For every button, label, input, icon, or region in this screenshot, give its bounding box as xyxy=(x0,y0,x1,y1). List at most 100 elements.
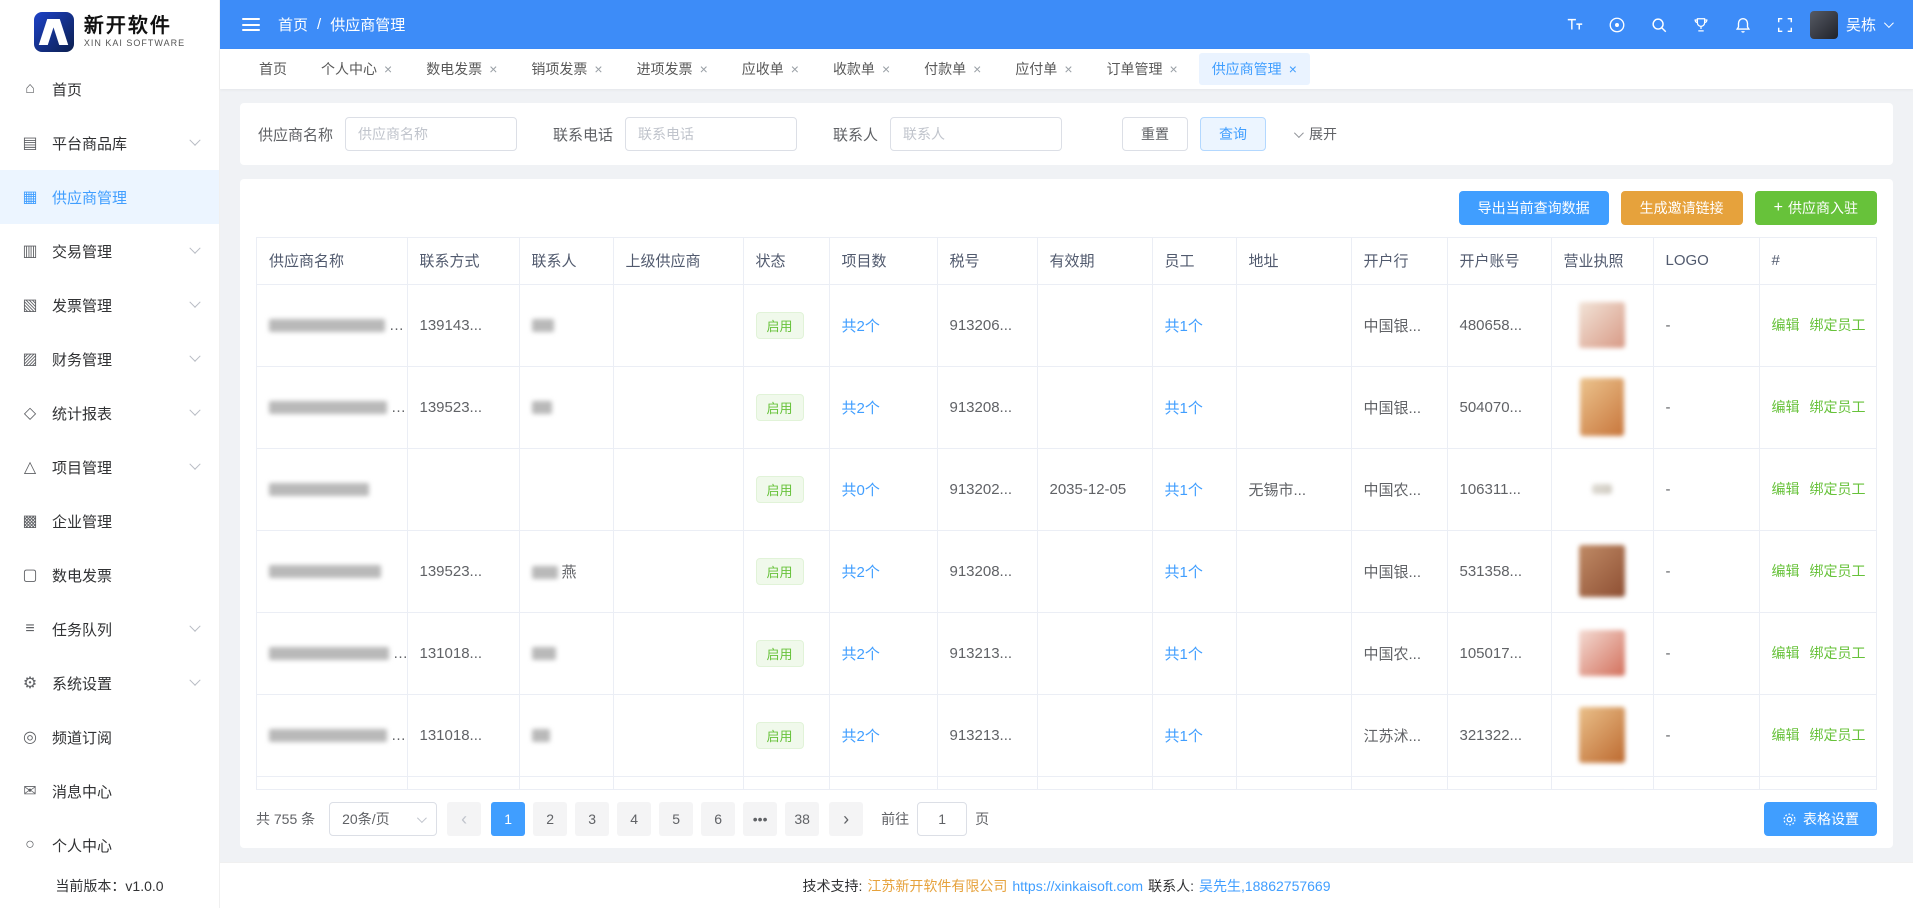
website-link[interactable]: https://xinkaisoft.com xyxy=(1012,878,1143,894)
staff-count-link[interactable]: 共1个 xyxy=(1165,400,1203,417)
breadcrumb-home[interactable]: 首页 xyxy=(278,14,308,35)
tab-receipt[interactable]: 收款单× xyxy=(820,53,903,85)
avatar[interactable] xyxy=(1810,11,1838,39)
tab-home[interactable]: 首页 xyxy=(246,53,300,85)
staff-count-link[interactable]: 共1个 xyxy=(1165,728,1203,745)
contact-phone-link[interactable]: 吴先生,18862757669 xyxy=(1199,876,1331,896)
expand-toggle[interactable]: 展开 xyxy=(1294,124,1337,144)
bind-staff-link[interactable]: 绑定员工 xyxy=(1810,399,1866,415)
tab-payment[interactable]: 付款单× xyxy=(911,53,994,85)
close-icon[interactable]: × xyxy=(489,62,497,76)
edit-link[interactable]: 编辑 xyxy=(1772,727,1800,743)
sidebar-item-trade-mgmt[interactable]: ▥交易管理 xyxy=(0,224,219,278)
tab-receivable[interactable]: 应收单× xyxy=(729,53,812,85)
tab-digital-invoice[interactable]: 数电发票× xyxy=(413,53,510,85)
sidebar-item-system-settings[interactable]: ⚙系统设置 xyxy=(0,656,219,710)
contact-person-input[interactable] xyxy=(890,117,1062,151)
user-menu[interactable]: 吴栋 xyxy=(1810,11,1891,39)
tab-payable[interactable]: 应付单× xyxy=(1002,53,1085,85)
projects-count-link[interactable]: 共2个 xyxy=(842,400,880,417)
bell-icon[interactable] xyxy=(1734,16,1752,34)
contact-phone-input[interactable] xyxy=(625,117,797,151)
close-icon[interactable]: × xyxy=(791,62,799,76)
close-icon[interactable]: × xyxy=(1289,62,1297,76)
projects-count-link[interactable]: 共0个 xyxy=(842,482,880,499)
supplier-name-input[interactable] xyxy=(345,117,517,151)
export-button[interactable]: 导出当前查询数据 xyxy=(1459,191,1609,225)
projects-count-link[interactable]: 共2个 xyxy=(842,564,880,581)
close-icon[interactable]: × xyxy=(882,62,890,76)
reset-button[interactable]: 重置 xyxy=(1122,117,1188,151)
edit-link[interactable]: 编辑 xyxy=(1772,317,1800,333)
prev-page-button[interactable]: ‹ xyxy=(447,802,481,836)
sidebar-item-project-mgmt[interactable]: △项目管理 xyxy=(0,440,219,494)
tab-purchase-invoice[interactable]: 进项发票× xyxy=(624,53,721,85)
sidebar-item-digital-invoice[interactable]: ▢数电发票 xyxy=(0,548,219,602)
projects-count-link[interactable]: 共2个 xyxy=(842,728,880,745)
staff-count-link[interactable]: 共1个 xyxy=(1165,646,1203,663)
close-icon[interactable]: × xyxy=(594,62,602,76)
tab-order-mgmt[interactable]: 订单管理× xyxy=(1094,53,1191,85)
bind-staff-link[interactable]: 绑定员工 xyxy=(1810,563,1866,579)
bind-staff-link[interactable]: 绑定员工 xyxy=(1810,317,1866,333)
business-license-image[interactable] xyxy=(1579,707,1625,763)
business-license-image[interactable] xyxy=(1579,302,1625,348)
log-link[interactable]: 日志 xyxy=(1876,317,1878,333)
bind-staff-link[interactable]: 绑定员工 xyxy=(1810,481,1866,497)
menu-toggle-icon[interactable] xyxy=(242,18,260,31)
business-license-image[interactable] xyxy=(1579,545,1625,597)
page-ellipsis-button[interactable]: ••• xyxy=(743,802,777,836)
sidebar-item-personal-center[interactable]: ○个人中心 xyxy=(0,818,219,872)
page-button-3[interactable]: 3 xyxy=(575,802,609,836)
close-icon[interactable]: × xyxy=(700,62,708,76)
fullscreen-icon[interactable] xyxy=(1776,16,1794,34)
log-link[interactable]: 日志 xyxy=(1876,399,1878,415)
tab-sales-invoice[interactable]: 销项发票× xyxy=(518,53,615,85)
log-link[interactable]: 日志 xyxy=(1876,481,1878,497)
sidebar-item-enterprise-mgmt[interactable]: ▩企业管理 xyxy=(0,494,219,548)
page-button-1[interactable]: 1 xyxy=(491,802,525,836)
close-icon[interactable]: × xyxy=(1064,62,1072,76)
next-page-button[interactable]: › xyxy=(829,802,863,836)
sidebar-item-task-queue[interactable]: ≡任务队列 xyxy=(0,602,219,656)
disc-icon[interactable] xyxy=(1608,16,1626,34)
page-button-4[interactable]: 4 xyxy=(617,802,651,836)
table-settings-button[interactable]: 表格设置 xyxy=(1764,802,1877,836)
sidebar-item-supplier-mgmt[interactable]: ▦供应商管理 xyxy=(0,170,219,224)
company-link[interactable]: 江苏新开软件有限公司 xyxy=(867,876,1007,896)
bind-staff-link[interactable]: 绑定员工 xyxy=(1810,645,1866,661)
close-icon[interactable]: × xyxy=(384,62,392,76)
sidebar-item-home[interactable]: ⌂首页 xyxy=(0,62,219,116)
trophy-icon[interactable] xyxy=(1692,16,1710,34)
page-button-2[interactable]: 2 xyxy=(533,802,567,836)
business-license-image[interactable] xyxy=(1592,484,1612,494)
edit-link[interactable]: 编辑 xyxy=(1772,399,1800,415)
log-link[interactable]: 日志 xyxy=(1876,563,1878,579)
invite-link-button[interactable]: 生成邀请链接 xyxy=(1621,191,1743,225)
sidebar-item-stats-report[interactable]: ◇统计报表 xyxy=(0,386,219,440)
page-button-6[interactable]: 6 xyxy=(701,802,735,836)
staff-count-link[interactable]: 共1个 xyxy=(1165,482,1203,499)
sidebar-item-channel-subscribe[interactable]: ◎频道订阅 xyxy=(0,710,219,764)
log-link[interactable]: 日志 xyxy=(1876,727,1878,743)
business-license-image[interactable] xyxy=(1580,378,1624,436)
tab-personal-center[interactable]: 个人中心× xyxy=(308,53,405,85)
close-icon[interactable]: × xyxy=(973,62,981,76)
business-license-image[interactable] xyxy=(1579,630,1625,676)
close-icon[interactable]: × xyxy=(1170,62,1178,76)
staff-count-link[interactable]: 共1个 xyxy=(1165,318,1203,335)
edit-link[interactable]: 编辑 xyxy=(1772,481,1800,497)
page-button-38[interactable]: 38 xyxy=(785,802,819,836)
sidebar-item-invoice-mgmt[interactable]: ▧发票管理 xyxy=(0,278,219,332)
bind-staff-link[interactable]: 绑定员工 xyxy=(1810,727,1866,743)
sidebar-item-platform-catalog[interactable]: ▤平台商品库 xyxy=(0,116,219,170)
page-button-5[interactable]: 5 xyxy=(659,802,693,836)
query-button[interactable]: 查询 xyxy=(1200,117,1266,151)
projects-count-link[interactable]: 共2个 xyxy=(842,318,880,335)
tab-supplier-mgmt[interactable]: 供应商管理× xyxy=(1199,53,1310,85)
edit-link[interactable]: 编辑 xyxy=(1772,645,1800,661)
goto-page-input[interactable] xyxy=(917,802,967,836)
staff-count-link[interactable]: 共1个 xyxy=(1165,564,1203,581)
add-supplier-button[interactable]: + 供应商入驻 xyxy=(1755,191,1877,225)
log-link[interactable]: 日志 xyxy=(1876,645,1878,661)
